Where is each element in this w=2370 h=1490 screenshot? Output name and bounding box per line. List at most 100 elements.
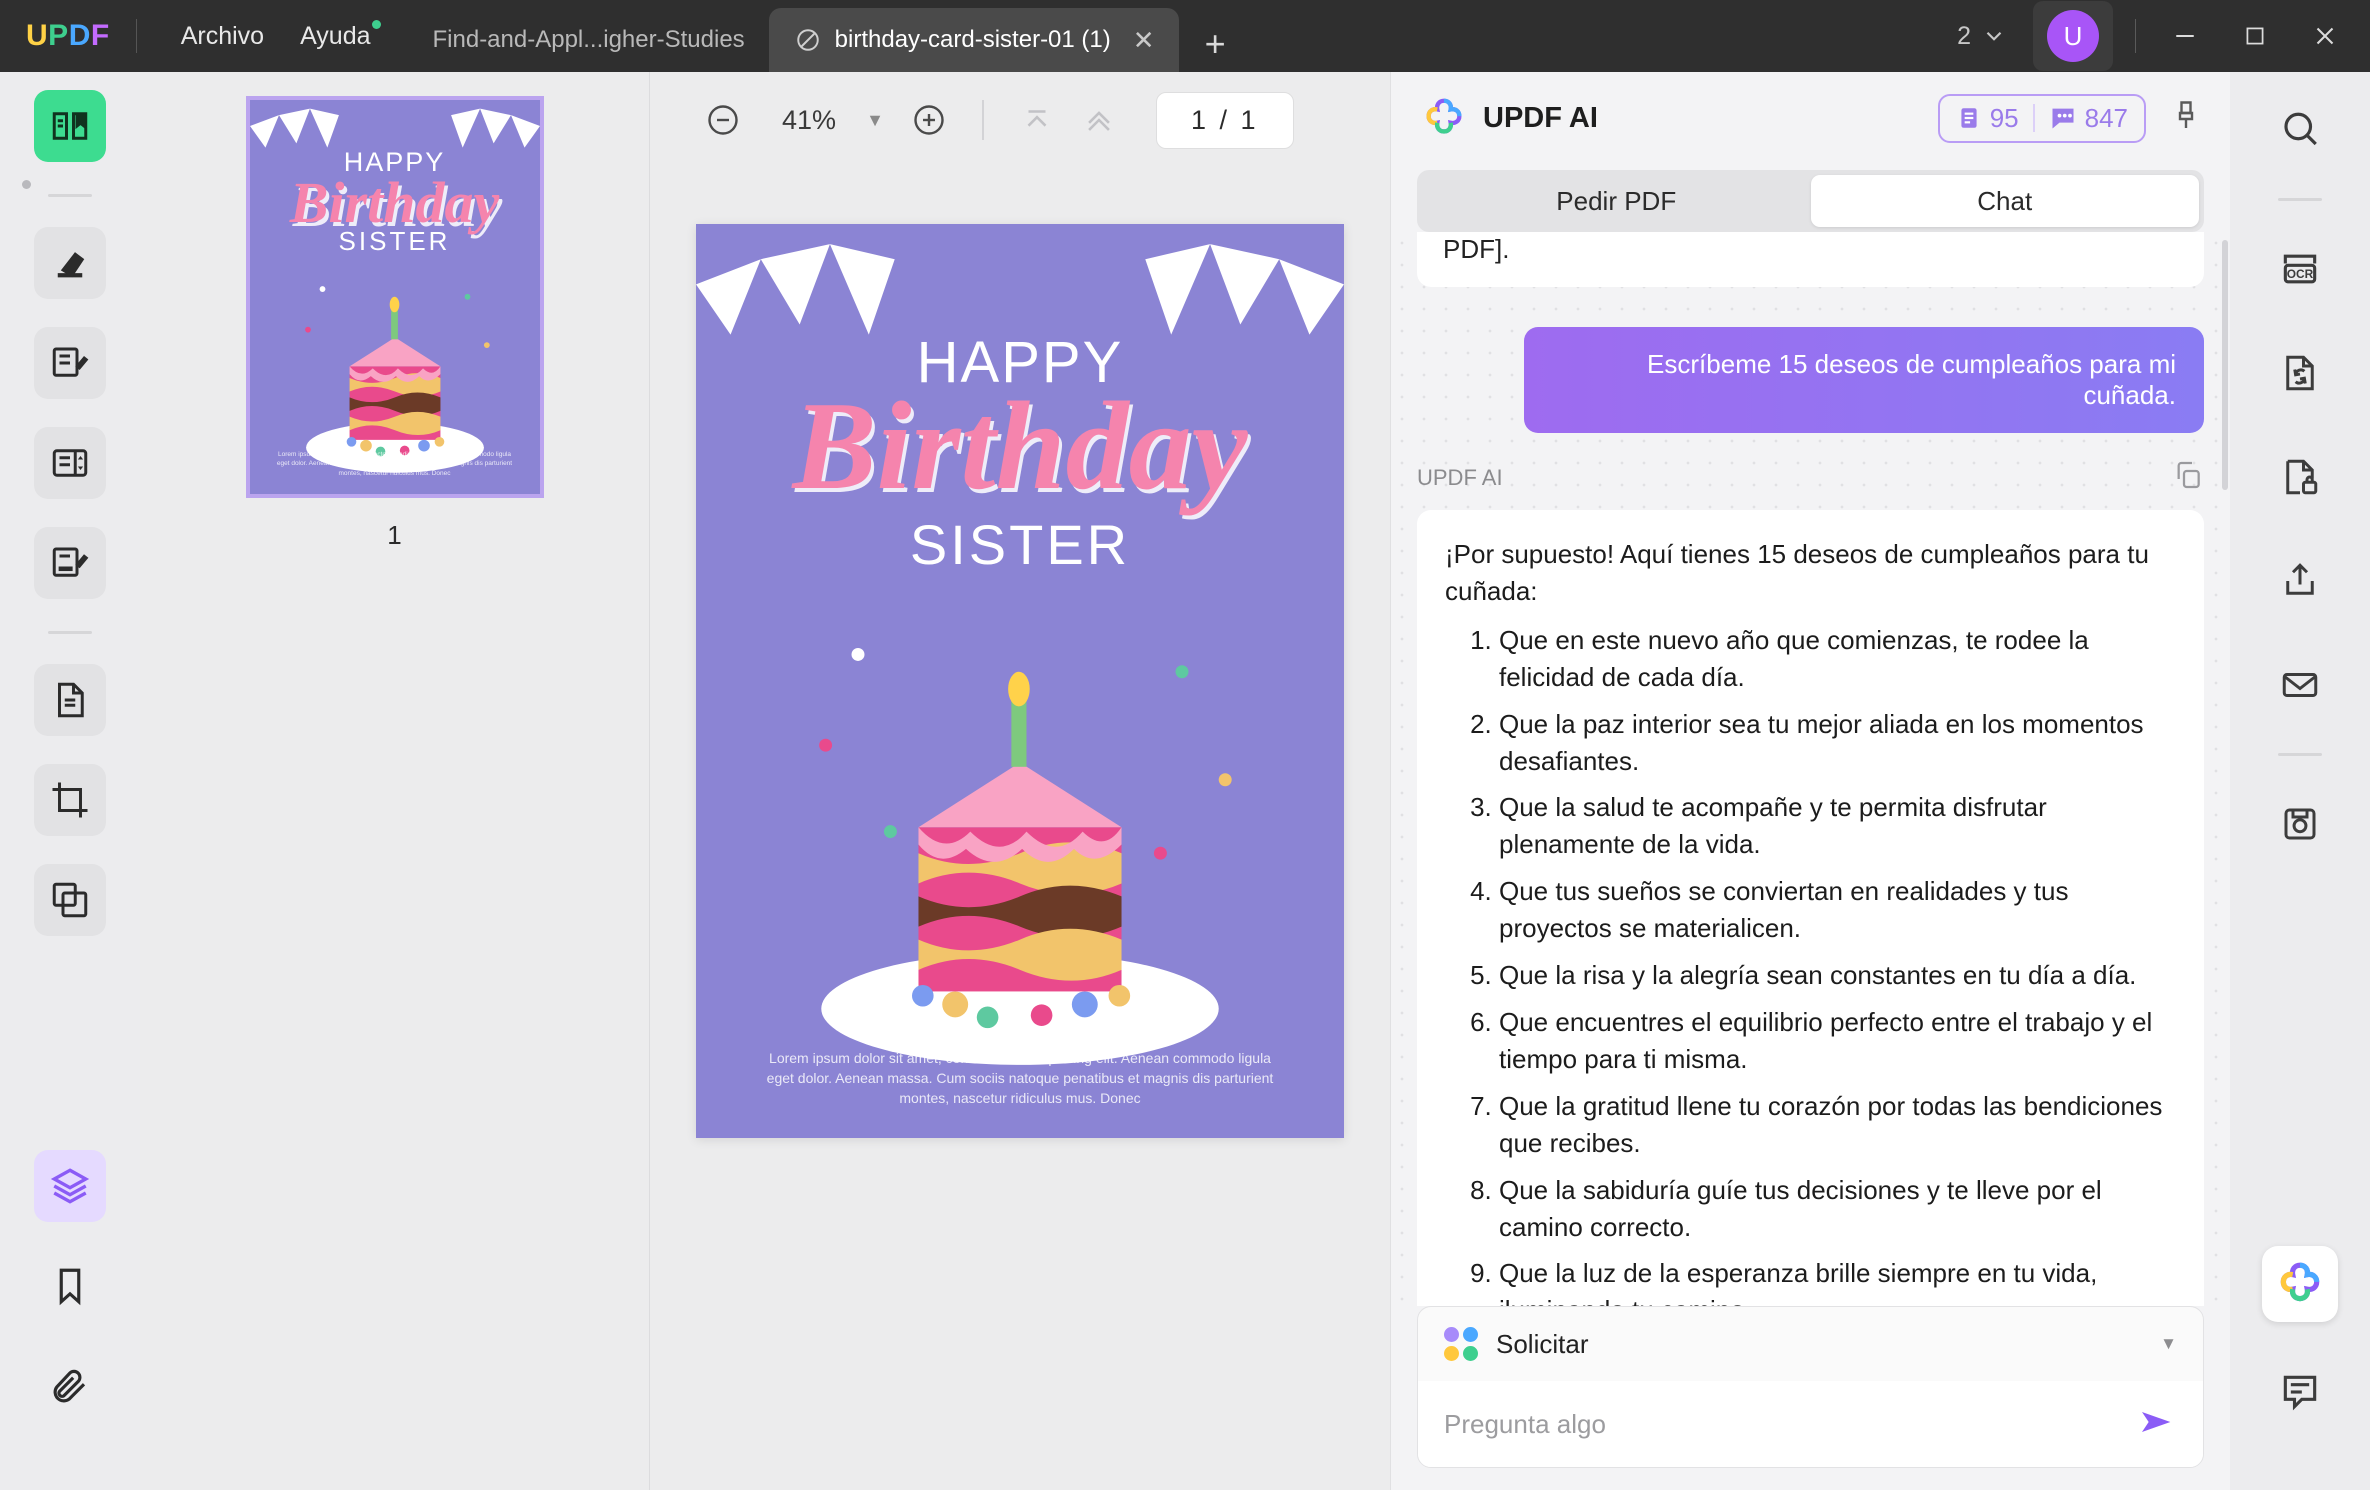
ai-input-box: Solicitar ▼ — [1417, 1306, 2204, 1468]
ai-question-row — [1418, 1381, 2203, 1467]
updf-application-window: U P D F Archivo Ayuda Find-and-Appl...ig… — [0, 0, 2370, 1490]
prev-page-button[interactable] — [1068, 89, 1130, 151]
sidebar-item-annotate[interactable] — [34, 227, 106, 299]
bookmark-icon — [59, 1268, 81, 1306]
send-button[interactable] — [2137, 1405, 2177, 1444]
list-item: Que encuentres el equilibrio perfecto en… — [1499, 1004, 2176, 1078]
ai-credits-badges[interactable]: 95 847 — [1937, 93, 2146, 143]
sidebar-item-edit-pdf[interactable] — [34, 327, 106, 399]
minus-circle-icon — [708, 105, 738, 135]
page-indicator[interactable]: 1 / 1 — [1156, 91, 1294, 149]
logo-letter-d: D — [68, 19, 91, 52]
envelope-icon — [2282, 673, 2318, 697]
sidebar-item-organize[interactable] — [34, 864, 106, 936]
left-toolbar — [0, 72, 140, 1490]
file-convert-icon — [2286, 355, 2314, 391]
updf-ai-button[interactable] — [2262, 1246, 2338, 1322]
sidebar-item-convert[interactable] — [34, 664, 106, 736]
document-badge-icon — [1961, 108, 1977, 128]
first-page-button[interactable] — [1006, 89, 1068, 151]
pdf-page-1[interactable]: HAPPY Birthday SISTER Lorem ipsum dolor … — [696, 224, 1344, 1138]
menu-ayuda[interactable]: Ayuda — [282, 14, 388, 59]
chat-credits-badge: 847 — [2049, 103, 2128, 134]
sidebar-item-attachment[interactable] — [34, 1350, 106, 1422]
maximize-button[interactable] — [2220, 0, 2290, 72]
sidebar-item-bookmark[interactable] — [34, 1250, 106, 1322]
sidebar-item-search[interactable] — [2264, 94, 2336, 166]
sidebar-item-form[interactable] — [34, 527, 106, 599]
window-divider — [2135, 19, 2136, 53]
document-credits-badge: 95 — [1956, 103, 2019, 134]
thumb-sister-text: SISTER — [338, 226, 451, 257]
save-icon — [2284, 808, 2316, 840]
thumbnail-page-number: 1 — [387, 520, 402, 550]
right-rail-divider-2 — [2278, 753, 2322, 756]
ai-input-area: Solicitar ▼ — [1391, 1306, 2230, 1490]
user-message-bubble: Escríbeme 15 deseos de cumpleaños para m… — [1524, 327, 2204, 433]
ai-question-input[interactable] — [1444, 1408, 2137, 1440]
updf-logo: U P D F — [26, 19, 110, 53]
page-canvas: HAPPY Birthday SISTER Lorem ipsum dolor … — [650, 168, 1390, 1490]
sidebar-item-page-edit[interactable] — [34, 427, 106, 499]
tab-close-icon[interactable]: ✕ — [1133, 27, 1155, 53]
chevron-down-icon: ▼ — [2160, 1334, 2177, 1353]
search-icon — [2284, 112, 2317, 146]
tab-pedir-pdf[interactable]: Pedir PDF — [1422, 175, 1811, 227]
tab-find-and-apply[interactable]: Find-and-Appl...igher-Studies — [407, 8, 769, 72]
list-item: Que la salud te acompañe y te permita di… — [1499, 789, 2176, 863]
right-toolbar: OCR — [2230, 72, 2370, 1490]
right-rail-divider — [2278, 198, 2322, 201]
book-reader-icon — [52, 112, 88, 140]
ai-mode-selector[interactable]: Solicitar ▼ — [1418, 1307, 2203, 1381]
first-page-icon — [1027, 110, 1047, 127]
tab-chat[interactable]: Chat — [1810, 175, 2199, 227]
tab-birthday-card[interactable]: birthday-card-sister-01 (1) ✕ — [768, 8, 1179, 72]
toolbar-divider — [982, 100, 984, 140]
sidebar-item-reader[interactable] — [34, 90, 106, 162]
close-button[interactable] — [2290, 0, 2360, 72]
copy-button[interactable] — [2172, 459, 2204, 496]
minimize-button[interactable] — [2150, 0, 2220, 72]
assistant-message-bubble: ¡Por supuesto! Aquí tienes 15 deseos de … — [1417, 510, 2204, 1306]
menu-archivo[interactable]: Archivo — [163, 14, 282, 59]
zoom-level-value: 41% — [781, 104, 837, 135]
copy-icon — [2177, 461, 2200, 489]
ai-mode-tabs: Pedir PDF Chat — [1417, 170, 2204, 232]
zoom-in-button[interactable] — [898, 89, 960, 151]
sidebar-item-email[interactable] — [2264, 649, 2336, 721]
thumbnail-panel: HAPPY Birthday SISTER Lorem ipsum dolor … — [140, 72, 650, 1490]
sidebar-item-layers[interactable] — [34, 1150, 106, 1222]
list-item: Que la risa y la alegría sean constantes… — [1499, 957, 2176, 994]
list-item: Que la paz interior sea tu mejor aliada … — [1499, 706, 2176, 780]
zoom-out-button[interactable] — [692, 89, 754, 151]
ai-mode-label: Solicitar — [1496, 1328, 1589, 1359]
sign-document-icon — [52, 547, 89, 577]
layers-icon — [50, 1168, 90, 1204]
page-list-icon — [52, 449, 88, 477]
tab-count-selector[interactable]: 2 — [1939, 22, 2025, 51]
sidebar-item-convert-right[interactable] — [2264, 337, 2336, 409]
sidebar-item-crop[interactable] — [34, 764, 106, 836]
badge-divider — [2032, 104, 2035, 132]
sidebar-item-protect[interactable] — [2264, 441, 2336, 513]
account-button[interactable]: U — [2033, 1, 2113, 71]
ai-chat-scroll[interactable]: PDF]. Escríbeme 15 deseos de cumpleaños … — [1391, 232, 2230, 1306]
updf-ai-clover-icon — [1426, 98, 1462, 134]
list-item: Que en este nuevo año que comienzas, te … — [1499, 622, 2176, 696]
zoom-dropdown-button[interactable]: ▼ — [852, 110, 898, 131]
assistant-name-row: UPDF AI — [1417, 459, 2204, 496]
chat-scrollbar[interactable] — [2222, 240, 2228, 490]
comment-icon — [2283, 1375, 2317, 1411]
sidebar-item-share[interactable] — [2264, 545, 2336, 617]
maximize-icon — [2246, 27, 2264, 45]
ai-theme-button[interactable] — [2168, 98, 2204, 139]
sidebar-item-comment[interactable] — [2264, 1356, 2336, 1428]
file-lock-icon — [2286, 459, 2318, 495]
sidebar-item-save[interactable] — [2264, 788, 2336, 860]
document-viewer-area: 41% ▼ 1 / 1 HAPPY Birthday SISTER Lorem … — [650, 72, 1390, 1490]
new-tab-icon[interactable]: + — [1179, 26, 1252, 72]
thumbnail-page-1[interactable]: HAPPY Birthday SISTER Lorem ipsum dolor … — [245, 96, 544, 498]
highlighter-icon — [57, 252, 85, 278]
minimize-icon — [2176, 35, 2194, 37]
sidebar-item-ocr[interactable]: OCR — [2264, 233, 2336, 305]
